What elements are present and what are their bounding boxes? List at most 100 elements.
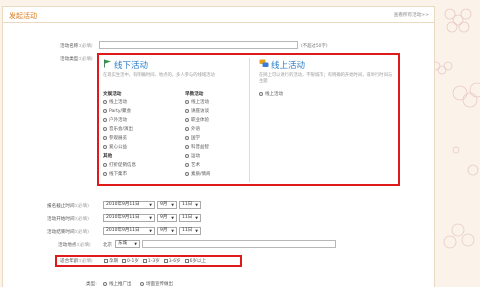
option-label: 打折促销信息 [109, 163, 136, 168]
deadline-label-text: 报名截止时间: [47, 204, 77, 209]
offline-option-7[interactable]: 打折促销信息 [103, 162, 136, 168]
checkbox-icon [142, 259, 147, 263]
name-hint: (不超过50字) [301, 44, 328, 49]
end-day-select[interactable]: 11日 ▼ [179, 227, 201, 235]
bottom-label: 类型: [86, 282, 97, 287]
option-label: 0-1岁 [127, 259, 139, 264]
early-option-3[interactable]: 职业体验 [185, 117, 209, 123]
deadline-label: 报名截止时间:(必填) [47, 203, 89, 209]
option-label: 运动 [191, 154, 200, 159]
select-value: 9月 [160, 228, 168, 233]
offline-option-6[interactable]: 爱心公益 [103, 144, 127, 150]
chevron-down-icon: ▼ [149, 216, 152, 220]
page-title: 发起活动 [9, 12, 37, 20]
select-value: 11日 [182, 228, 193, 233]
radio-icon [103, 127, 107, 131]
end-label-text: 活动结束时间: [47, 230, 77, 235]
radio-icon [185, 172, 189, 176]
age-option-3[interactable]: 1-3岁 [142, 258, 160, 264]
age-required: (必填) [79, 259, 93, 264]
start-date-select[interactable]: 2010年9月11日 ▼ [103, 214, 155, 222]
deadline-day-select[interactable]: 11日 ▼ [179, 201, 201, 209]
age-option-4[interactable]: 3-6岁 [163, 258, 181, 264]
end-date-select[interactable]: 2010年9月11日 ▼ [103, 227, 155, 235]
early-option-8[interactable]: 艺术 [185, 162, 200, 168]
early-option-5[interactable]: 国学 [185, 135, 200, 141]
offline-group3-title: 早教活动 [185, 92, 204, 97]
option-label: 线上活动 [265, 92, 283, 97]
age-options: 孕期 0-1岁 1-3岁 3-6岁 6岁以上 [104, 258, 206, 264]
start-month-select[interactable]: 9月 ▼ [157, 214, 177, 222]
option-label: 科普益智 [191, 145, 209, 150]
online-option-1[interactable]: 线上活动 [259, 91, 283, 97]
type-required: (必填) [79, 57, 93, 62]
age-option-1[interactable]: 孕期 [104, 258, 118, 264]
page: 发起活动 查看所有活动>> 活动名称:(必填) (不超过50字) 活动类型:(必… [0, 0, 480, 287]
online-desc: 在网上可以进行的活动，不限城市；有明确的开始时间，或举行时间与主题 [259, 73, 393, 84]
offline-option-3[interactable]: 户外活动 [103, 117, 127, 123]
select-value: 2010年9月11日 [106, 202, 140, 207]
option-label: 参观展览 [109, 136, 127, 141]
checkbox-icon [122, 259, 126, 263]
radio-icon [185, 154, 189, 158]
district-select[interactable]: 东城 ▼ [115, 240, 140, 248]
option-label: 素质/情商 [191, 172, 211, 177]
option-label: 外语 [191, 127, 200, 132]
select-value: 11日 [182, 202, 193, 207]
age-label-text: 适合年龄: [60, 259, 80, 264]
radio-icon [185, 163, 189, 167]
select-value: 2010年9月11日 [106, 215, 140, 220]
radio-icon [103, 109, 107, 113]
chevron-down-icon: ▼ [195, 203, 198, 207]
early-option-4[interactable]: 外语 [185, 126, 200, 132]
checkbox-icon [184, 259, 189, 263]
early-option-7[interactable]: 运动 [185, 153, 200, 159]
radio-icon [185, 118, 189, 122]
online-title: 线上活动 [271, 61, 306, 71]
offline-option-2[interactable]: Party/聚会 [103, 108, 131, 114]
bottom-option-2[interactable]: 场面宣传做出 [140, 281, 173, 287]
option-label: 线上活动 [109, 100, 127, 105]
select-value: 东城 [118, 241, 127, 246]
bottom-option-1[interactable]: 线上推广出 [103, 281, 132, 287]
start-day-select[interactable]: 11日 ▼ [179, 214, 201, 222]
decorative-flowers [431, 8, 480, 249]
address-input[interactable] [142, 240, 336, 248]
select-value: 9月 [160, 215, 168, 220]
age-option-5[interactable]: 6岁以上 [184, 258, 206, 264]
offline-option-5[interactable]: 参观展览 [103, 135, 127, 141]
radio-icon [103, 118, 107, 122]
early-option-1[interactable]: 线上活动 [185, 99, 209, 105]
early-option-6[interactable]: 科普益智 [185, 144, 209, 150]
deadline-date-select[interactable]: 2010年9月11日 ▼ [103, 201, 155, 209]
radio-icon [185, 127, 189, 131]
radio-icon [103, 172, 107, 176]
early-option-9[interactable]: 素质/情商 [185, 171, 211, 177]
radio-icon [185, 100, 189, 104]
name-required: (必填) [79, 44, 93, 49]
radio-icon [103, 282, 107, 286]
radio-icon [103, 136, 107, 140]
option-label: 线下集市 [109, 172, 127, 177]
early-option-2[interactable]: 讲座访谈 [185, 108, 209, 114]
place-label-text: 活动地点: [58, 243, 78, 248]
place-label: 活动地点:(必填) [58, 242, 91, 248]
end-month-select[interactable]: 9月 ▼ [157, 227, 177, 235]
option-label: 职业体验 [191, 118, 209, 123]
option-label: 场面宣传做出 [146, 282, 173, 287]
radio-icon [185, 136, 189, 140]
chevron-down-icon: ▼ [195, 216, 198, 220]
offline-option-4[interactable]: 音乐会/演出 [103, 126, 133, 132]
name-label-text: 活动名称: [60, 44, 80, 49]
age-option-2[interactable]: 0-1岁 [122, 258, 139, 264]
see-all-link[interactable]: 查看所有活动>> [394, 12, 429, 18]
option-label: 1-3岁 [147, 259, 160, 264]
offline-option-1[interactable]: 线上活动 [103, 99, 127, 105]
end-label: 活动结束时间:(必填) [47, 229, 89, 235]
deadline-month-select[interactable]: 9月 ▼ [157, 201, 177, 209]
chevron-down-icon: ▼ [149, 229, 152, 233]
offline-option-8[interactable]: 线下集市 [103, 171, 127, 177]
place-city: 北京 [103, 243, 112, 248]
start-label: 活动开始时间:(必填) [47, 216, 89, 222]
name-input[interactable] [99, 41, 298, 49]
